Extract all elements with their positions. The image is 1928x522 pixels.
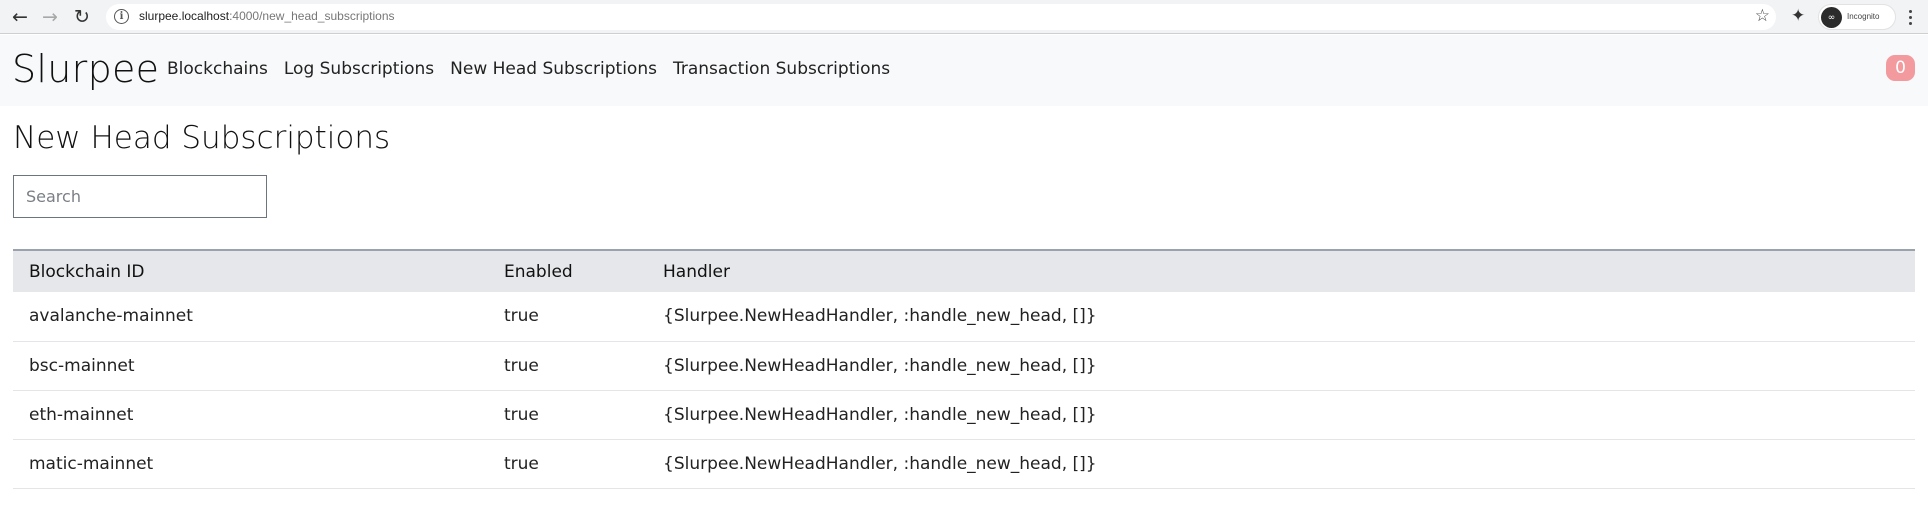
- column-header-blockchain-id: Blockchain ID: [29, 261, 145, 282]
- info-icon[interactable]: i: [114, 9, 129, 24]
- subscriptions-table: Blockchain ID Enabled Handler avalanche-…: [13, 249, 1915, 489]
- cell-blockchain-id: matic-mainnet: [13, 439, 488, 489]
- nav-log-subscriptions[interactable]: Log Subscriptions: [284, 59, 434, 79]
- back-button[interactable]: ←: [8, 5, 32, 29]
- cell-enabled: true: [488, 292, 647, 342]
- profile-button[interactable]: ∞ Incognito: [1818, 4, 1896, 30]
- table-header-row: Blockchain ID Enabled Handler: [13, 250, 1915, 292]
- cell-enabled: true: [488, 439, 647, 489]
- profile-label: Incognito: [1847, 12, 1880, 21]
- cell-blockchain-id: avalanche-mainnet: [13, 292, 488, 342]
- url-path: :4000/new_head_subscriptions: [229, 9, 395, 23]
- cell-enabled: true: [488, 390, 647, 440]
- arrow-left-icon: ←: [12, 5, 28, 28]
- incognito-icon: ∞: [1821, 7, 1842, 28]
- main-nav: Blockchains Log Subscriptions New Head S…: [167, 59, 890, 79]
- cell-handler: {Slurpee.NewHeadHandler, :handle_new_hea…: [647, 439, 1915, 489]
- cell-handler: {Slurpee.NewHeadHandler, :handle_new_hea…: [647, 390, 1915, 440]
- arrow-right-icon: →: [42, 5, 58, 28]
- forward-button[interactable]: →: [38, 5, 62, 29]
- table-header: Blockchain ID Enabled Handler: [13, 250, 1915, 292]
- search-input[interactable]: [13, 175, 267, 218]
- star-icon[interactable]: ☆: [1755, 6, 1770, 26]
- url-host: slurpee.localhost: [139, 9, 230, 23]
- nav-transaction-subscriptions[interactable]: Transaction Subscriptions: [673, 59, 890, 79]
- table-row[interactable]: matic-mainnet true {Slurpee.NewHeadHandl…: [13, 439, 1915, 489]
- nav-new-head-subscriptions[interactable]: New Head Subscriptions: [450, 59, 657, 79]
- cell-handler: {Slurpee.NewHeadHandler, :handle_new_hea…: [647, 292, 1915, 342]
- cell-handler: {Slurpee.NewHeadHandler, :handle_new_hea…: [647, 341, 1915, 391]
- brand-logo[interactable]: Slurpee: [12, 47, 159, 91]
- column-header-enabled: Enabled: [504, 261, 573, 282]
- cell-blockchain-id: eth-mainnet: [13, 390, 488, 440]
- column-header-handler: Handler: [663, 261, 730, 282]
- app-header: Slurpee Blockchains Log Subscriptions Ne…: [0, 35, 1928, 106]
- table-body: avalanche-mainnet true {Slurpee.NewHeadH…: [13, 292, 1915, 489]
- table-row[interactable]: bsc-mainnet true {Slurpee.NewHeadHandler…: [13, 341, 1915, 391]
- nav-blockchains[interactable]: Blockchains: [167, 59, 268, 79]
- table-row[interactable]: eth-mainnet true {Slurpee.NewHeadHandler…: [13, 390, 1915, 440]
- notification-badge[interactable]: 0: [1886, 55, 1915, 81]
- puzzle-icon[interactable]: ✦: [1791, 6, 1805, 26]
- table-row[interactable]: avalanche-mainnet true {Slurpee.NewHeadH…: [13, 292, 1915, 342]
- browser-toolbar: ← → ↻ i slurpee.localhost:4000/new_head_…: [0, 0, 1928, 34]
- address-bar[interactable]: i slurpee.localhost:4000/new_head_subscr…: [106, 4, 1776, 30]
- cell-enabled: true: [488, 341, 647, 391]
- cell-blockchain-id: bsc-mainnet: [13, 341, 488, 391]
- url-text[interactable]: slurpee.localhost:4000/new_head_subscrip…: [139, 9, 395, 23]
- kebab-menu-icon[interactable]: [1905, 4, 1915, 30]
- reload-button[interactable]: ↻: [70, 5, 94, 29]
- reload-icon: ↻: [74, 5, 90, 28]
- page-title: New Head Subscriptions: [13, 120, 391, 156]
